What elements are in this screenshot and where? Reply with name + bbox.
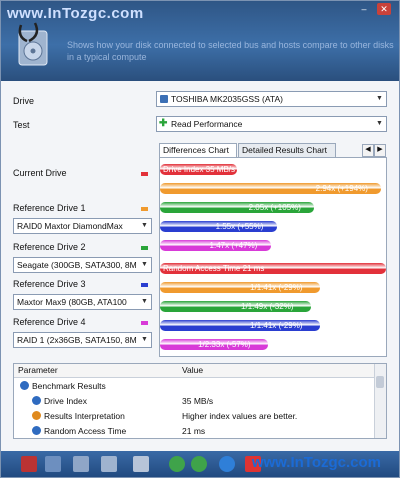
chart-view-icon[interactable] — [133, 456, 149, 472]
ref1-label: Reference Drive 1 — [13, 203, 86, 213]
back-icon[interactable] — [169, 456, 185, 472]
row-value: 35 MB/s — [182, 396, 214, 406]
chevron-down-icon: ▼ — [140, 261, 149, 269]
column-value: Value — [182, 365, 204, 375]
save-icon[interactable] — [73, 456, 89, 472]
table-row[interactable]: Benchmark Results — [14, 379, 374, 393]
chevron-down-icon: ▼ — [376, 95, 383, 102]
chevron-down-icon: ▼ — [140, 298, 149, 306]
drive-index-icon — [32, 396, 41, 405]
test-select-value: Read Performance — [171, 119, 243, 129]
ref4-swatch — [141, 321, 148, 325]
chart-data-label: 1.55x (+55%) — [215, 222, 264, 231]
ref3-swatch — [141, 283, 148, 287]
differences-chart: Drive Index 35 MB/s 2.94x (+194%) 2.05x (+… — [159, 157, 387, 357]
chevron-down-icon: ▼ — [140, 222, 149, 230]
plus-icon: ✚ — [159, 118, 168, 129]
chart-group-title: Drive Index 35 MB/s — [163, 165, 236, 174]
current-drive-swatch — [141, 172, 148, 176]
column-parameter: Parameter — [18, 365, 58, 375]
test-select[interactable]: ✚ Read Performance ▼ — [156, 116, 387, 132]
chart-data-label: 1/1.41x (-29%) — [250, 283, 303, 292]
results-table: Parameter Value Benchmark Results Drive I… — [13, 363, 387, 439]
current-drive-label: Current Drive — [13, 168, 67, 178]
ref4-label: Reference Drive 4 — [13, 317, 86, 327]
table-header: Parameter Value — [14, 364, 374, 378]
title-banner: www.InTozgc.com – ✕ Shows how your disk … — [1, 1, 399, 81]
table-view-icon[interactable] — [101, 456, 117, 472]
ref1-swatch — [141, 207, 148, 211]
test-description: Shows how your disk connected to selecte… — [67, 40, 394, 62]
benchmark-icon — [20, 381, 29, 390]
app-window: www.InTozgc.com – ✕ Shows how your disk … — [0, 0, 400, 478]
ref4-select-value: RAID 1 (2x36GB, SATA150, 8M — [17, 335, 137, 345]
chart-group-title: Random Access Time 21 ms — [163, 264, 265, 273]
disk-stethoscope-icon — [18, 22, 48, 66]
row-parameter: Random Access Time — [44, 426, 127, 436]
ref1-select[interactable]: RAID0 Maxtor DiamondMax ▼ — [13, 218, 152, 234]
ref2-swatch — [141, 246, 148, 250]
tab-scroll-right-icon[interactable]: ▶ — [374, 144, 386, 157]
chart-data-label: 2.94x (+194%) — [315, 184, 368, 193]
ref2-label: Reference Drive 2 — [13, 242, 86, 252]
row-parameter: Results Interpretation — [44, 411, 125, 421]
drive-select[interactable]: TOSHIBA MK2035GSS (ATA) ▼ — [156, 91, 387, 107]
chart-data-label: 1/1.49x (-32%) — [241, 302, 294, 311]
test-label: Test — [13, 120, 30, 130]
table-row[interactable]: Random Access Time 21 ms — [14, 424, 374, 438]
scrollbar-thumb[interactable] — [376, 376, 384, 388]
row-parameter: Benchmark Results — [32, 381, 106, 391]
chart-data-label: 1/1.41x (-29%) — [250, 321, 303, 330]
chart-data-label: 2.05x (+105%) — [248, 203, 301, 212]
drive-icon — [160, 95, 168, 103]
table-row[interactable]: Drive Index 35 MB/s — [14, 394, 374, 408]
ref2-select[interactable]: Seagate (300GB, SATA300, 8M ▼ — [13, 257, 152, 273]
copy-icon[interactable] — [45, 456, 61, 472]
ref3-label: Reference Drive 3 — [13, 279, 86, 289]
chart-data-label: 1.47x (+47%) — [209, 241, 258, 250]
row-parameter: Drive Index — [44, 396, 87, 406]
ref4-select[interactable]: RAID 1 (2x36GB, SATA150, 8M ▼ — [13, 332, 152, 348]
watermark-top: www.InTozgc.com — [7, 5, 144, 22]
forward-icon[interactable] — [191, 456, 207, 472]
ref3-select-value: Maxtor Max9 (80GB, ATA100 — [17, 297, 127, 307]
row-value: Higher index values are better. — [182, 411, 298, 421]
drive-label: Drive — [13, 96, 35, 106]
table-scrollbar[interactable] — [374, 364, 386, 438]
chevron-down-icon: ▼ — [140, 336, 149, 344]
tab-scroll-left-icon[interactable]: ◀ — [362, 144, 374, 157]
row-value: 21 ms — [182, 426, 206, 436]
drive-select-value: TOSHIBA MK2035GSS (ATA) — [171, 94, 283, 104]
tab-differences-chart[interactable]: Differences Chart — [159, 143, 237, 158]
minimize-button[interactable]: – — [357, 3, 371, 15]
table-row[interactable]: Results Interpretation Higher index value… — [14, 409, 374, 423]
close-button[interactable]: ✕ — [377, 3, 391, 15]
tab-detailed-results-chart[interactable]: Detailed Results Chart — [238, 143, 336, 157]
refresh-icon[interactable] — [219, 456, 235, 472]
chart-data-label: 1/2.33x (-57%) — [198, 340, 251, 349]
chart-tabs: Differences Chart Detailed Results Chart… — [159, 143, 387, 158]
report-icon[interactable] — [21, 456, 37, 472]
ref1-select-value: RAID0 Maxtor DiamondMax — [17, 221, 123, 231]
access-time-icon — [32, 426, 41, 435]
interpretation-icon — [32, 411, 41, 420]
watermark-bottom: www.InTozgc.com — [251, 454, 381, 471]
ref2-select-value: Seagate (300GB, SATA300, 8M — [17, 260, 137, 270]
ref3-select[interactable]: Maxtor Max9 (80GB, ATA100 ▼ — [13, 294, 152, 310]
chevron-down-icon: ▼ — [376, 120, 383, 127]
